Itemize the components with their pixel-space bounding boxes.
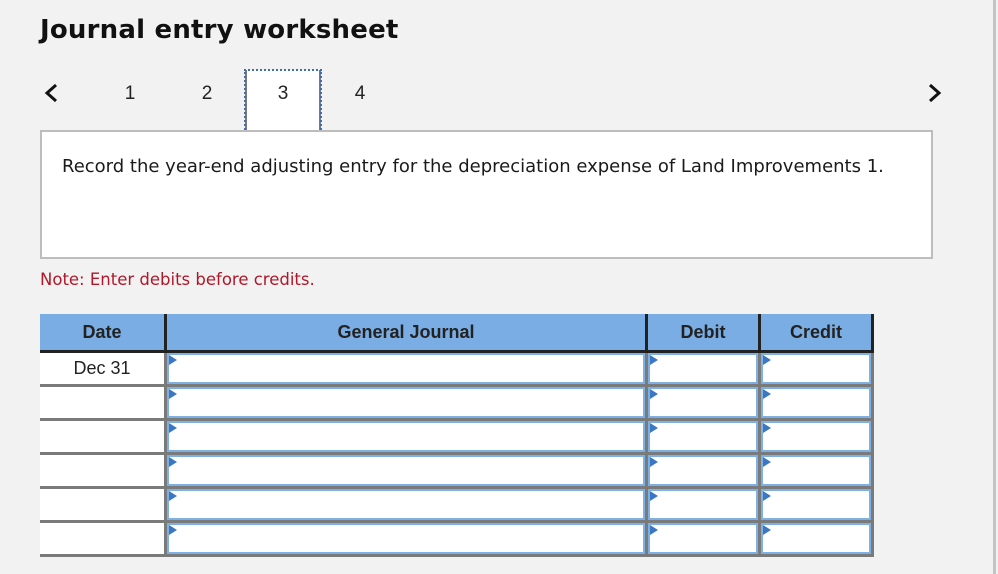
debit-cell bbox=[646, 351, 761, 387]
page-title: Journal entry worksheet bbox=[40, 15, 399, 45]
debit-cell bbox=[646, 385, 761, 421]
prev-button[interactable] bbox=[40, 78, 64, 108]
cell-marker-icon bbox=[650, 525, 658, 535]
table-row bbox=[40, 487, 874, 523]
header-row: Date General Journal Debit Credit bbox=[40, 314, 874, 353]
header-debit: Debit bbox=[646, 314, 761, 353]
account-input[interactable] bbox=[167, 387, 645, 418]
credit-cell bbox=[759, 487, 874, 523]
table-row: Dec 31 bbox=[40, 351, 874, 387]
credit-input[interactable] bbox=[761, 421, 871, 452]
account-input[interactable] bbox=[167, 523, 645, 554]
account-input[interactable] bbox=[167, 489, 645, 520]
tab-label: 3 bbox=[277, 83, 289, 104]
cell-marker-icon bbox=[763, 423, 771, 433]
account-cell bbox=[165, 453, 648, 489]
debit-input[interactable] bbox=[648, 387, 758, 418]
account-input[interactable] bbox=[167, 455, 645, 486]
table-row bbox=[40, 521, 874, 557]
credit-cell bbox=[759, 385, 874, 421]
debit-cell bbox=[646, 487, 761, 523]
cell-marker-icon bbox=[169, 525, 177, 535]
cell-marker-icon bbox=[763, 457, 771, 467]
debit-cell bbox=[646, 453, 761, 489]
credit-cell bbox=[759, 453, 874, 489]
credit-cell bbox=[759, 419, 874, 455]
credit-cell bbox=[759, 521, 874, 557]
tab-label: 2 bbox=[201, 83, 213, 104]
chevron-right-icon bbox=[929, 83, 942, 103]
date-cell: Dec 31 bbox=[40, 351, 167, 387]
account-cell bbox=[165, 419, 648, 455]
debit-input[interactable] bbox=[648, 523, 758, 554]
credit-input[interactable] bbox=[761, 489, 871, 520]
cell-marker-icon bbox=[169, 389, 177, 399]
table-row bbox=[40, 453, 874, 489]
credit-cell bbox=[759, 351, 874, 387]
cell-marker-icon bbox=[650, 457, 658, 467]
cell-marker-icon bbox=[763, 355, 771, 365]
credit-input[interactable] bbox=[761, 523, 871, 554]
account-cell bbox=[165, 385, 648, 421]
tab-3[interactable]: 3 bbox=[244, 69, 322, 133]
debit-cell bbox=[646, 419, 761, 455]
question-prompt: Record the year-end adjusting entry for … bbox=[40, 130, 933, 259]
date-cell bbox=[40, 385, 167, 421]
debit-cell bbox=[646, 521, 761, 557]
date-cell bbox=[40, 453, 167, 489]
account-cell bbox=[165, 351, 648, 387]
header-date: Date bbox=[40, 314, 167, 353]
account-input[interactable] bbox=[167, 353, 645, 384]
debit-input[interactable] bbox=[648, 421, 758, 452]
date-cell bbox=[40, 419, 167, 455]
table-row bbox=[40, 419, 874, 455]
note-text: Note: Enter debits before credits. bbox=[40, 270, 315, 289]
next-button[interactable] bbox=[922, 78, 946, 108]
cell-marker-icon bbox=[763, 389, 771, 399]
tab-4[interactable]: 4 bbox=[322, 70, 398, 132]
cell-marker-icon bbox=[763, 491, 771, 501]
journal-table: Date General Journal Debit Credit Dec 31 bbox=[40, 314, 874, 557]
cell-marker-icon bbox=[650, 389, 658, 399]
account-input[interactable] bbox=[167, 421, 645, 452]
tab-label: 4 bbox=[354, 83, 366, 104]
date-cell bbox=[40, 521, 167, 557]
cell-marker-icon bbox=[650, 355, 658, 365]
chevron-left-icon bbox=[44, 83, 57, 103]
cell-marker-icon bbox=[763, 525, 771, 535]
debit-input[interactable] bbox=[648, 455, 758, 486]
account-cell bbox=[165, 487, 648, 523]
cell-marker-icon bbox=[169, 491, 177, 501]
tab-label: 1 bbox=[124, 83, 136, 104]
right-edge-border bbox=[993, 0, 996, 574]
credit-input[interactable] bbox=[761, 455, 871, 486]
cell-marker-icon bbox=[169, 423, 177, 433]
debit-input[interactable] bbox=[648, 353, 758, 384]
cell-marker-icon bbox=[650, 491, 658, 501]
cell-marker-icon bbox=[169, 457, 177, 467]
header-credit: Credit bbox=[759, 314, 874, 353]
cell-marker-icon bbox=[650, 423, 658, 433]
credit-input[interactable] bbox=[761, 387, 871, 418]
cell-marker-icon bbox=[169, 355, 177, 365]
tab-2[interactable]: 2 bbox=[169, 70, 245, 132]
tab-1[interactable]: 1 bbox=[92, 70, 168, 132]
table-row bbox=[40, 385, 874, 421]
debit-input[interactable] bbox=[648, 489, 758, 520]
header-general-journal: General Journal bbox=[165, 314, 648, 353]
account-cell bbox=[165, 521, 648, 557]
date-cell bbox=[40, 487, 167, 523]
prompt-text: Record the year-end adjusting entry for … bbox=[62, 156, 884, 177]
credit-input[interactable] bbox=[761, 353, 871, 384]
